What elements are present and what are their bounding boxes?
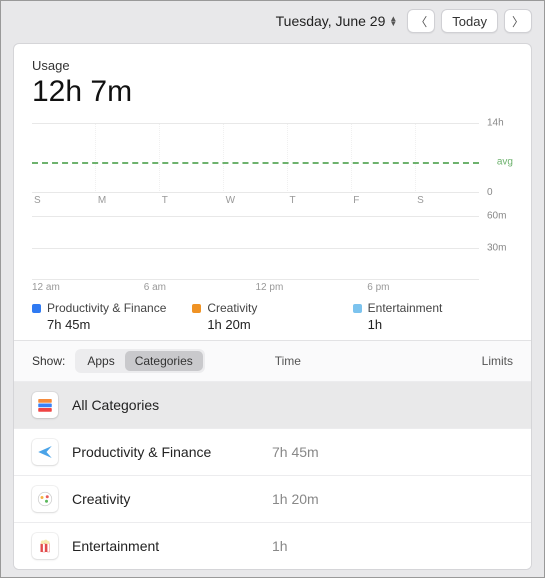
today-button[interactable]: Today <box>441 9 498 33</box>
palette-icon <box>32 486 58 512</box>
date-nav: 〈 Today 〉 <box>407 9 532 33</box>
usage-card: Usage 12h 7m avg 14h 0 SMTW <box>13 43 532 570</box>
filter-row: Show: Apps Categories Time Limits <box>14 340 531 381</box>
screen-time-panel: Tuesday, June 29 ▲▼ 〈 Today 〉 Usage 12h … <box>0 0 545 578</box>
legend-value: 1h 20m <box>192 317 352 332</box>
category-row[interactable]: Productivity & Finance7h 45m <box>14 428 531 475</box>
all-icon <box>32 392 58 418</box>
legend-value: 1h <box>353 317 513 332</box>
tab-categories[interactable]: Categories <box>125 351 203 371</box>
legend-item: Creativity 1h 20m <box>192 301 352 332</box>
show-label: Show: <box>32 354 65 368</box>
date-label: Tuesday, June 29 <box>276 13 386 29</box>
category-row[interactable]: All Categories <box>14 381 531 428</box>
weekly-xlabel: S <box>415 195 479 206</box>
weekly-xlabel: T <box>287 195 351 206</box>
category-time: 1h 20m <box>272 491 513 507</box>
category-name: Entertainment <box>72 538 272 554</box>
weekly-chart: avg 14h 0 SMTWTFS <box>32 123 513 206</box>
weekly-xlabel: W <box>224 195 288 206</box>
column-header-limits: Limits <box>433 354 513 368</box>
popcorn-icon <box>32 533 58 559</box>
hourly-xlabel: 6 am <box>144 282 256 293</box>
hourly-xlabel: 12 am <box>32 282 144 293</box>
usage-label: Usage <box>32 58 513 73</box>
weekly-xlabel: T <box>160 195 224 206</box>
column-header-time: Time <box>205 354 433 368</box>
category-name: All Categories <box>72 397 272 413</box>
hourly-xlabel: 6 pm <box>367 282 479 293</box>
topbar: Tuesday, June 29 ▲▼ 〈 Today 〉 <box>1 1 544 39</box>
category-time: 7h 45m <box>272 444 513 460</box>
tab-apps[interactable]: Apps <box>77 351 124 371</box>
legend-item: Entertainment 1h <box>353 301 513 332</box>
category-name: Productivity & Finance <box>72 444 272 460</box>
prev-day-button[interactable]: 〈 <box>407 9 435 33</box>
legend-label: Entertainment <box>368 301 443 315</box>
weekly-xlabel: S <box>32 195 96 206</box>
category-time: 1h <box>272 538 513 554</box>
chevron-left-icon: 〈 <box>415 13 427 30</box>
legend-value: 7h 45m <box>32 317 192 332</box>
legend: Productivity & Finance 7h 45m Creativity 1h… <box>32 301 513 332</box>
legend-label: Productivity & Finance <box>47 301 166 315</box>
weekly-xlabel: M <box>96 195 160 206</box>
date-picker[interactable]: Tuesday, June 29 ▲▼ <box>276 13 402 29</box>
stepper-icon: ▲▼ <box>389 16 397 26</box>
hourly-xlabel: 12 pm <box>256 282 368 293</box>
weekly-ymax: 14h <box>487 118 504 129</box>
legend-swatch <box>353 304 362 313</box>
category-row[interactable]: Creativity1h 20m <box>14 475 531 522</box>
legend-swatch <box>32 304 41 313</box>
plane-icon <box>32 439 58 465</box>
legend-label: Creativity <box>207 301 257 315</box>
next-day-button[interactable]: 〉 <box>504 9 532 33</box>
weekly-xlabel: F <box>351 195 415 206</box>
view-toggle: Apps Categories <box>75 349 204 373</box>
hourly-ymid: 30m <box>487 243 506 254</box>
weekly-ymin: 0 <box>487 187 493 198</box>
category-name: Creativity <box>72 491 272 507</box>
category-list: All Categories Productivity & Finance7h 4… <box>14 381 531 569</box>
hourly-ymax: 60m <box>487 211 506 222</box>
category-row[interactable]: Entertainment1h <box>14 522 531 569</box>
legend-swatch <box>192 304 201 313</box>
chevron-right-icon: 〉 <box>512 13 524 30</box>
legend-item: Productivity & Finance 7h 45m <box>32 301 192 332</box>
usage-total: 12h 7m <box>32 75 513 109</box>
hourly-chart: 60m 30m 12 am6 am12 pm6 pm <box>32 216 513 293</box>
